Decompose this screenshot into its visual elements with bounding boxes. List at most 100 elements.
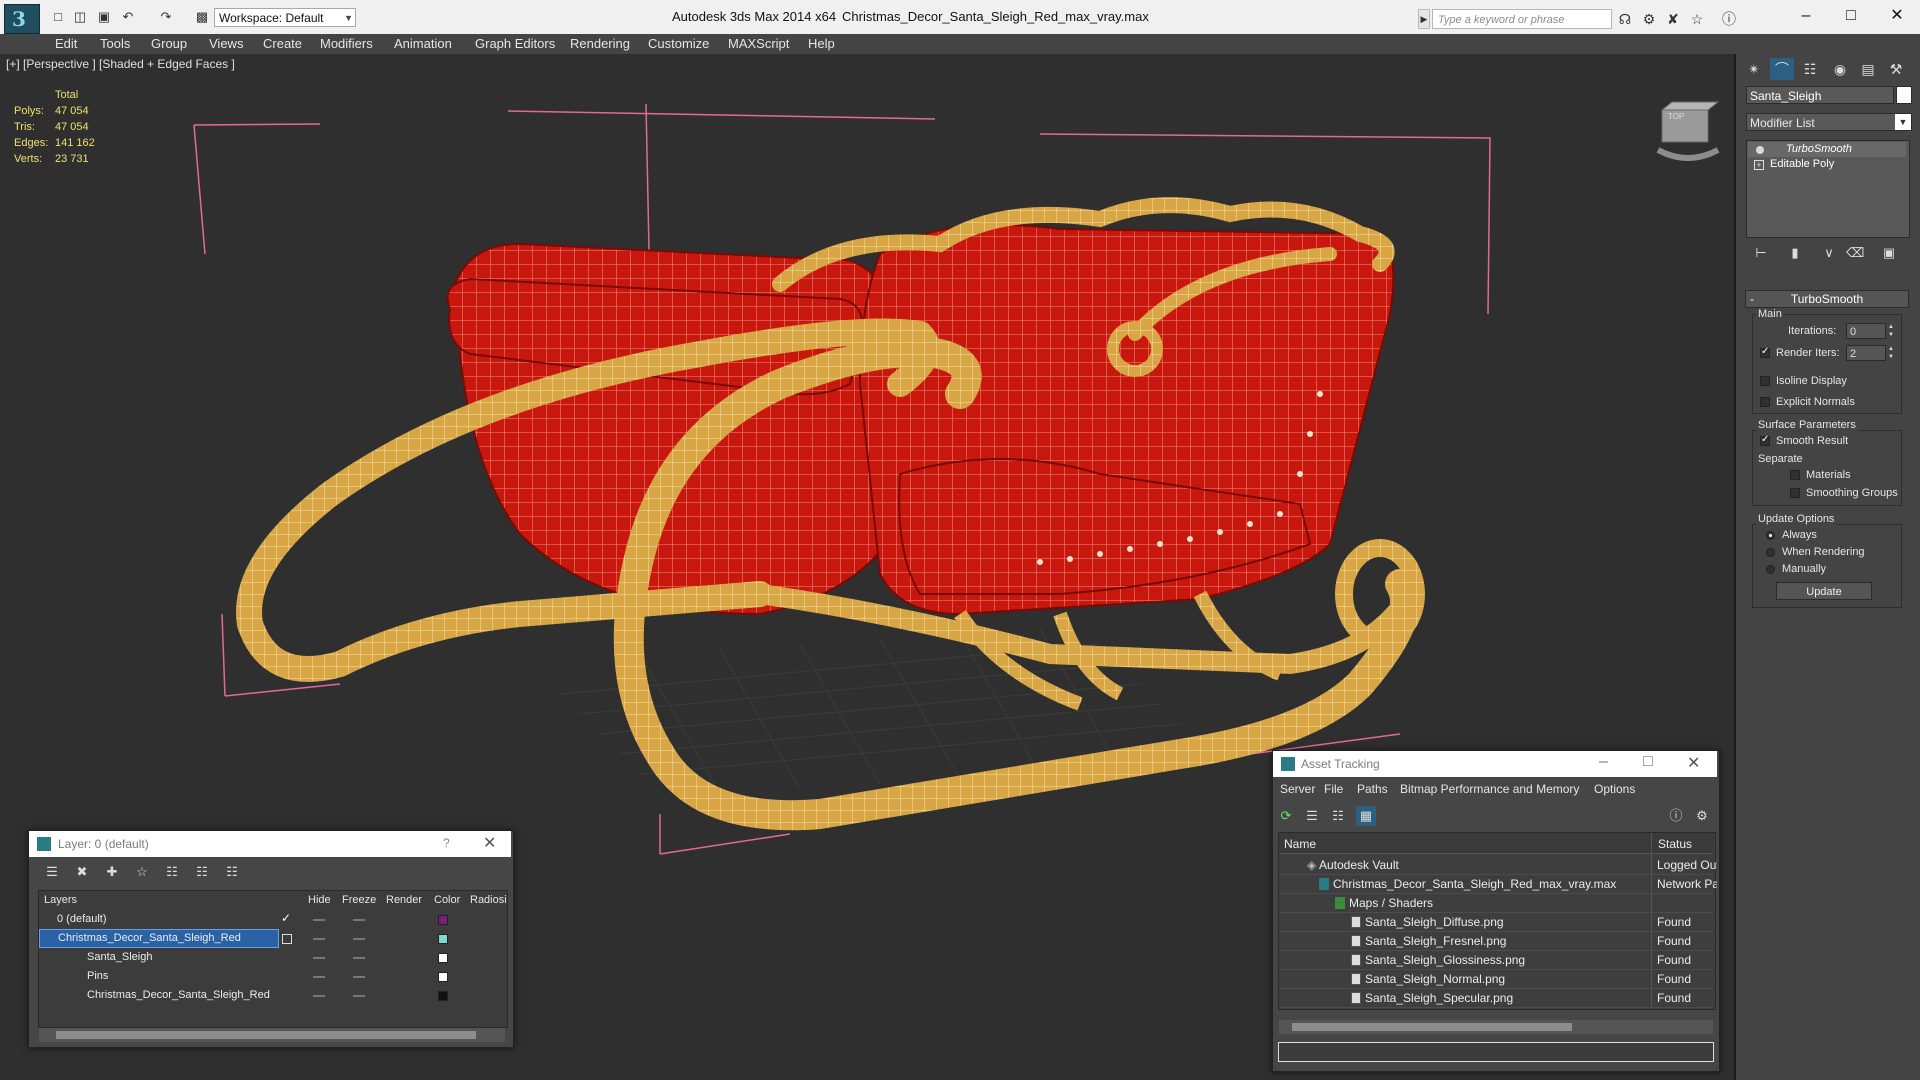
- when-rendering-radio[interactable]: [1766, 548, 1775, 557]
- scrollbar-thumb[interactable]: [56, 1031, 476, 1039]
- isoline-display-checkbox[interactable]: [1760, 376, 1770, 386]
- menu-maxscript[interactable]: MAXScript: [728, 34, 789, 54]
- stack-item-editable-poly[interactable]: + Editable Poly: [1748, 157, 1906, 172]
- menu-group[interactable]: Group: [151, 34, 187, 54]
- menu-edit[interactable]: Edit: [55, 34, 77, 54]
- configure-sets-icon[interactable]: ▣: [1880, 244, 1898, 262]
- close-button[interactable]: ✕: [1874, 3, 1920, 29]
- favorites-star-icon[interactable]: ☆: [1688, 10, 1706, 28]
- iterations-spinner[interactable]: 0: [1846, 323, 1886, 339]
- application-button[interactable]: 3: [4, 4, 40, 34]
- remove-modifier-icon[interactable]: ⌫: [1846, 244, 1864, 262]
- add-to-layer-icon[interactable]: ✚: [102, 862, 122, 882]
- list-view-icon[interactable]: ☰: [1302, 806, 1322, 826]
- menu-rendering[interactable]: Rendering: [570, 34, 630, 54]
- save-file-icon[interactable]: ▣: [96, 9, 112, 25]
- modifier-list-dropdown[interactable]: Modifier List ▼: [1746, 113, 1912, 131]
- new-file-icon[interactable]: □: [50, 9, 66, 25]
- asset-menu-bitmap-performance[interactable]: Bitmap Performance and Memory: [1400, 782, 1579, 796]
- layer-row[interactable]: Christmas_Decor_Santa_Sleigh_Red: [39, 986, 505, 1005]
- asset-row[interactable]: Santa_Sleigh_Specular.png Found: [1279, 989, 1713, 1008]
- settings-icon[interactable]: ⚙: [1692, 806, 1712, 826]
- help-icon[interactable]: ⓘ: [1666, 806, 1686, 826]
- layer-row[interactable]: Pins: [39, 967, 505, 986]
- render-iters-checkbox[interactable]: [1760, 346, 1770, 358]
- open-file-icon[interactable]: ◫: [72, 9, 88, 25]
- smooth-result-checkbox[interactable]: [1760, 434, 1770, 446]
- freeze-toggle[interactable]: [353, 957, 365, 959]
- column-color[interactable]: Color: [434, 892, 464, 908]
- asset-row[interactable]: Santa_Sleigh_Diffuse.png Found: [1279, 913, 1713, 932]
- column-layers[interactable]: Layers: [44, 892, 274, 908]
- layer-color-swatch[interactable]: [438, 972, 448, 982]
- column-hide[interactable]: Hide: [308, 892, 338, 908]
- manually-radio[interactable]: [1766, 565, 1775, 574]
- hide-toggle[interactable]: [313, 976, 325, 978]
- column-freeze[interactable]: Freeze: [342, 892, 380, 908]
- menu-graph-editors[interactable]: Graph Editors: [475, 34, 555, 54]
- scrollbar-thumb[interactable]: [1292, 1023, 1572, 1031]
- smoothing-groups-checkbox[interactable]: [1790, 488, 1800, 498]
- help-icon[interactable]: ⓘ: [1720, 10, 1738, 28]
- column-render[interactable]: Render: [386, 892, 424, 908]
- stack-item-turbosmooth[interactable]: TurboSmooth: [1748, 142, 1906, 157]
- tree-view-icon[interactable]: ☷: [1328, 806, 1348, 826]
- freeze-all-layers-icon[interactable]: ☷: [222, 862, 242, 882]
- workspace-dropdown[interactable]: Workspace: Default ▼: [214, 8, 356, 27]
- hide-toggle[interactable]: [313, 938, 325, 940]
- expand-plus-icon[interactable]: +: [1754, 160, 1764, 170]
- highlight-layer-icon[interactable]: ☷: [162, 862, 182, 882]
- asset-menu-options[interactable]: Options: [1594, 782, 1635, 796]
- communication-icon[interactable]: ✘: [1664, 10, 1682, 28]
- search-input[interactable]: Type a keyword or phrase: [1432, 9, 1612, 29]
- search-expand-icon[interactable]: ▶: [1418, 9, 1430, 29]
- spinner-arrows-icon[interactable]: ▲ ▼: [1886, 345, 1896, 361]
- close-dialog-button[interactable]: ✕: [483, 833, 496, 853]
- delete-layer-icon[interactable]: ✖: [72, 862, 92, 882]
- make-unique-icon[interactable]: ∨: [1820, 244, 1838, 262]
- asset-dialog-titlebar[interactable]: Asset Tracking – □ ✕: [1273, 751, 1717, 777]
- explicit-normals-checkbox[interactable]: [1760, 397, 1770, 407]
- new-layer-icon[interactable]: ☰: [42, 862, 62, 882]
- redo-icon[interactable]: ↷: [158, 9, 174, 25]
- motion-tab-icon[interactable]: ◉: [1828, 58, 1852, 80]
- table-view-icon[interactable]: ▦: [1356, 806, 1376, 826]
- layer-color-swatch[interactable]: [438, 915, 448, 925]
- active-layer-check-icon[interactable]: ✓: [281, 911, 291, 925]
- asset-menu-server[interactable]: Server: [1280, 782, 1315, 796]
- asset-menu-file[interactable]: File: [1324, 782, 1343, 796]
- asset-row[interactable]: Christmas_Decor_Santa_Sleigh_Red_max_vra…: [1279, 875, 1717, 894]
- layer-row[interactable]: 0 (default) ✓: [39, 910, 505, 929]
- layer-color-swatch[interactable]: [438, 934, 448, 944]
- menu-animation[interactable]: Animation: [394, 34, 452, 54]
- freeze-toggle[interactable]: [353, 976, 365, 978]
- asset-row[interactable]: Maps / Shaders: [1279, 894, 1713, 913]
- freeze-toggle[interactable]: [353, 995, 365, 997]
- object-color-swatch[interactable]: [1896, 86, 1912, 104]
- asset-menu-paths[interactable]: Paths: [1357, 782, 1388, 796]
- help-button[interactable]: ?: [443, 836, 450, 850]
- spinner-arrows-icon[interactable]: ▲ ▼: [1886, 323, 1896, 339]
- asset-row[interactable]: Santa_Sleigh_Fresnel.png Found: [1279, 932, 1713, 951]
- column-status[interactable]: Status: [1658, 835, 1692, 853]
- column-name[interactable]: Name: [1284, 835, 1316, 853]
- asset-row[interactable]: Santa_Sleigh_Normal.png Found: [1279, 970, 1713, 989]
- pin-stack-icon[interactable]: ⊢: [1752, 244, 1770, 262]
- layer-row[interactable]: Santa_Sleigh: [39, 948, 505, 967]
- freeze-toggle[interactable]: [353, 938, 365, 940]
- minimize-button[interactable]: –: [1783, 3, 1829, 29]
- hide-toggle[interactable]: [313, 919, 325, 921]
- hide-toggle[interactable]: [313, 995, 325, 997]
- asset-row[interactable]: Santa_Sleigh_Glossiness.png Found: [1279, 951, 1713, 970]
- maximize-dialog-button[interactable]: □: [1643, 753, 1653, 771]
- menu-views[interactable]: Views: [209, 34, 243, 54]
- modify-tab-icon[interactable]: ⌒: [1770, 58, 1794, 80]
- subscription-icon[interactable]: ⚙: [1640, 10, 1658, 28]
- column-radiosity[interactable]: Radiosity: [470, 892, 506, 908]
- show-end-result-icon[interactable]: ▮: [1786, 244, 1804, 262]
- minimize-dialog-button[interactable]: –: [1599, 753, 1608, 771]
- display-tab-icon[interactable]: ▤: [1856, 58, 1880, 80]
- select-in-layer-icon[interactable]: ☆: [132, 862, 152, 882]
- binoculars-icon[interactable]: ☊: [1616, 10, 1634, 28]
- hierarchy-tab-icon[interactable]: ☷: [1798, 58, 1822, 80]
